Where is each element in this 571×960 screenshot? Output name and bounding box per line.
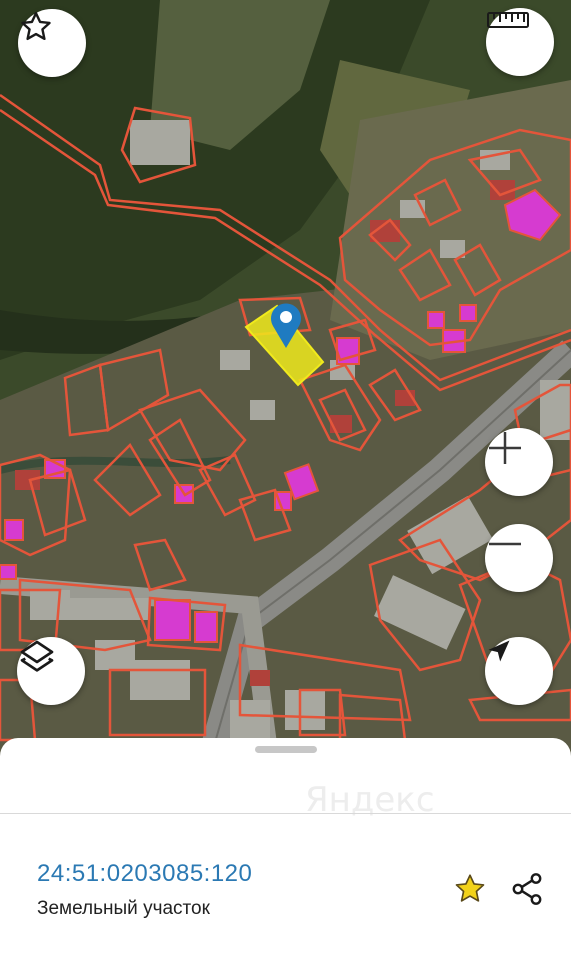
sheet-drag-handle[interactable] [255,746,317,753]
star-icon [455,874,485,902]
share-icon [512,873,542,905]
object-type-label: Земельный участок [37,898,210,919]
plus-icon [489,432,521,464]
ruler-button[interactable] [486,8,554,76]
ruler-icon [487,12,529,28]
favorite-button[interactable] [450,869,490,909]
location-arrow-icon [488,640,510,662]
share-button[interactable] [507,869,547,909]
watermark: Яндекс [305,780,435,820]
cadastral-number[interactable]: 24:51:0203085:120 [37,860,252,888]
object-info-sheet[interactable]: Яндекс 24:51:0203085:120 Земельный участ… [0,738,571,960]
layers-button[interactable] [17,637,85,705]
star-icon [21,12,51,41]
divider [0,813,571,814]
zoom-in-button[interactable] [485,428,553,496]
layers-icon [20,640,54,672]
minus-icon [489,542,521,546]
locate-me-button[interactable] [485,637,553,705]
zoom-out-button[interactable] [485,524,553,592]
favorite-map-button[interactable] [18,9,86,77]
map-view[interactable] [0,0,571,760]
